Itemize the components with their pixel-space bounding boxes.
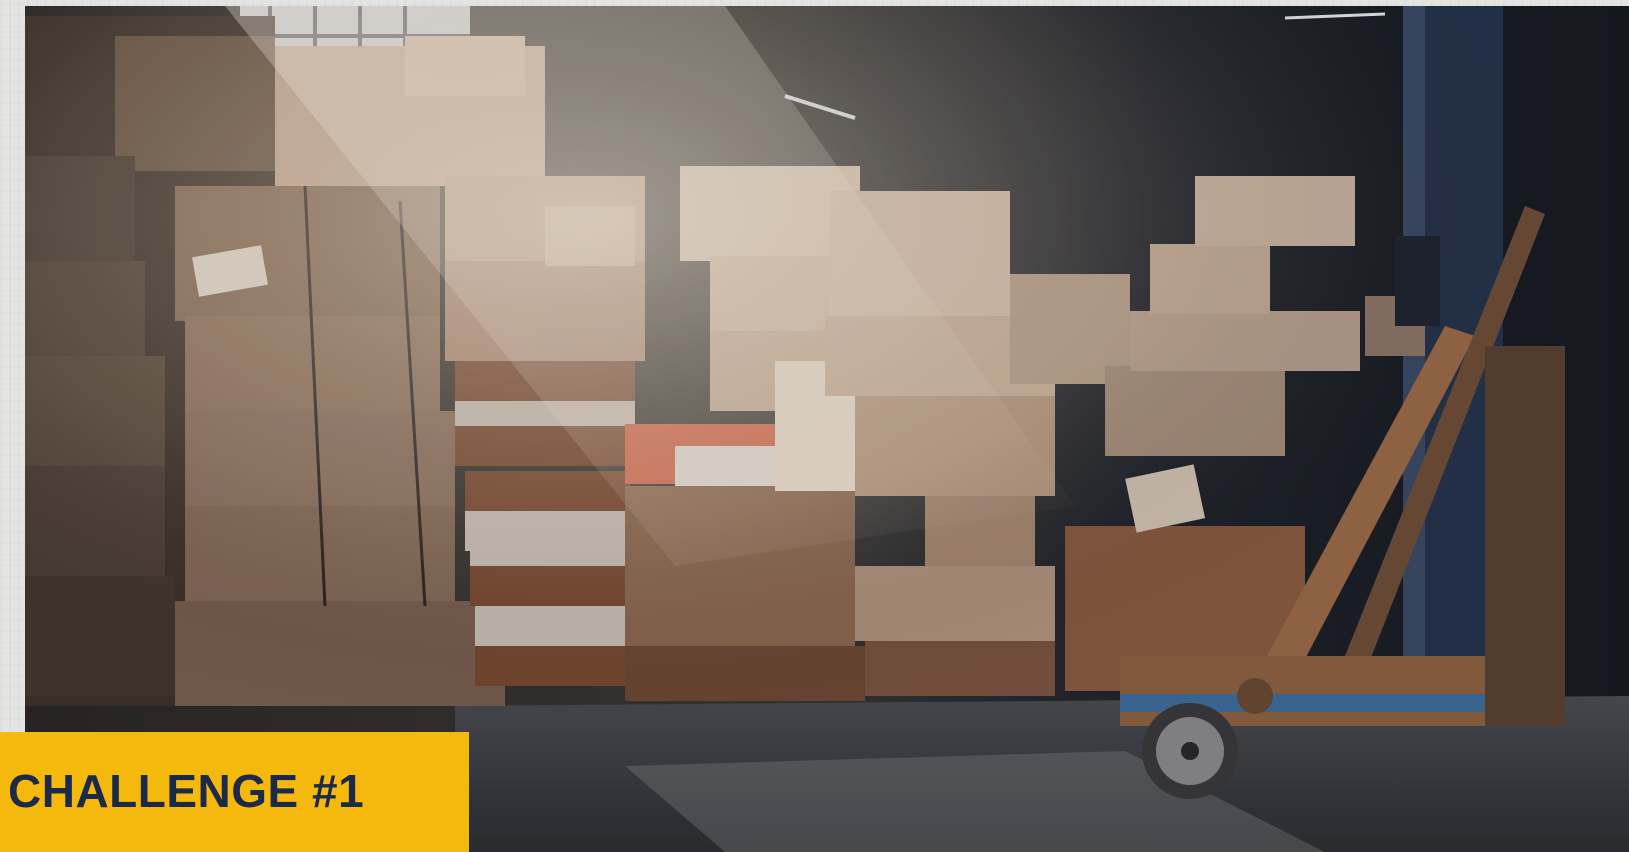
page: CHALLENGE #1	[0, 0, 1629, 852]
hero-image	[25, 6, 1629, 852]
warehouse-illustration	[25, 6, 1629, 852]
challenge-title: CHALLENGE #1	[8, 765, 365, 817]
challenge-badge: CHALLENGE #1	[0, 732, 469, 852]
